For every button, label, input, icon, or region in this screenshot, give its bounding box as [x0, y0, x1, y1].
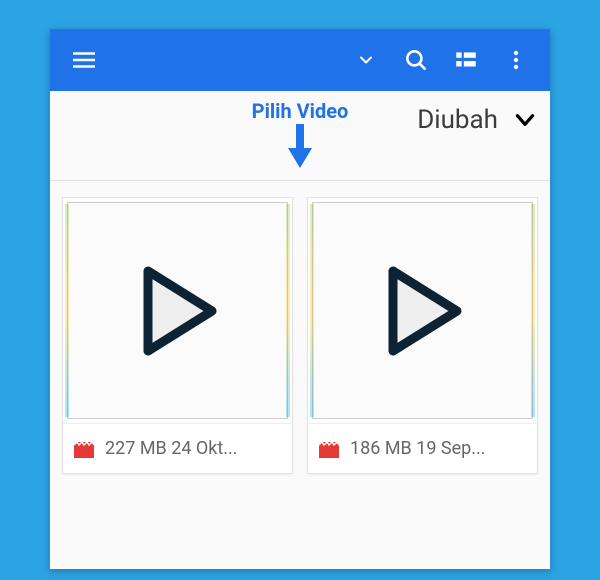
view-toggle-icon[interactable]: [444, 38, 488, 82]
app-bar: [50, 29, 550, 91]
video-meta-text: 227 MB 24 Okt...: [105, 438, 282, 459]
video-thumbnail[interactable]: [63, 198, 292, 423]
video-meta: 186 MB 19 Sep...: [308, 423, 537, 473]
video-card[interactable]: 186 MB 19 Sep...: [307, 197, 538, 474]
hamburger-menu-icon[interactable]: [62, 38, 106, 82]
play-icon: [134, 261, 222, 361]
instruction-label: Pilih Video: [252, 99, 349, 123]
chevron-down-icon: [512, 107, 538, 133]
video-meta-text: 186 MB 19 Sep...: [350, 438, 527, 459]
video-card[interactable]: 227 MB 24 Okt...: [62, 197, 293, 474]
sort-dropdown[interactable]: Diubah: [417, 105, 538, 135]
arrow-down-icon: [285, 124, 315, 172]
play-icon: [379, 261, 467, 361]
video-thumbnail[interactable]: [308, 198, 537, 423]
film-icon: [318, 439, 340, 459]
dropdown-chevron-icon[interactable]: [344, 38, 388, 82]
instruction-row: Pilih Video Diubah: [50, 91, 550, 181]
more-menu-icon[interactable]: [494, 38, 538, 82]
sort-label: Diubah: [417, 105, 498, 135]
film-icon: [73, 439, 95, 459]
app-window: Pilih Video Diubah 227 MB: [50, 29, 550, 569]
search-icon[interactable]: [394, 38, 438, 82]
video-meta: 227 MB 24 Okt...: [63, 423, 292, 473]
video-grid: 227 MB 24 Okt... 186 MB 19 Sep...: [50, 181, 550, 474]
